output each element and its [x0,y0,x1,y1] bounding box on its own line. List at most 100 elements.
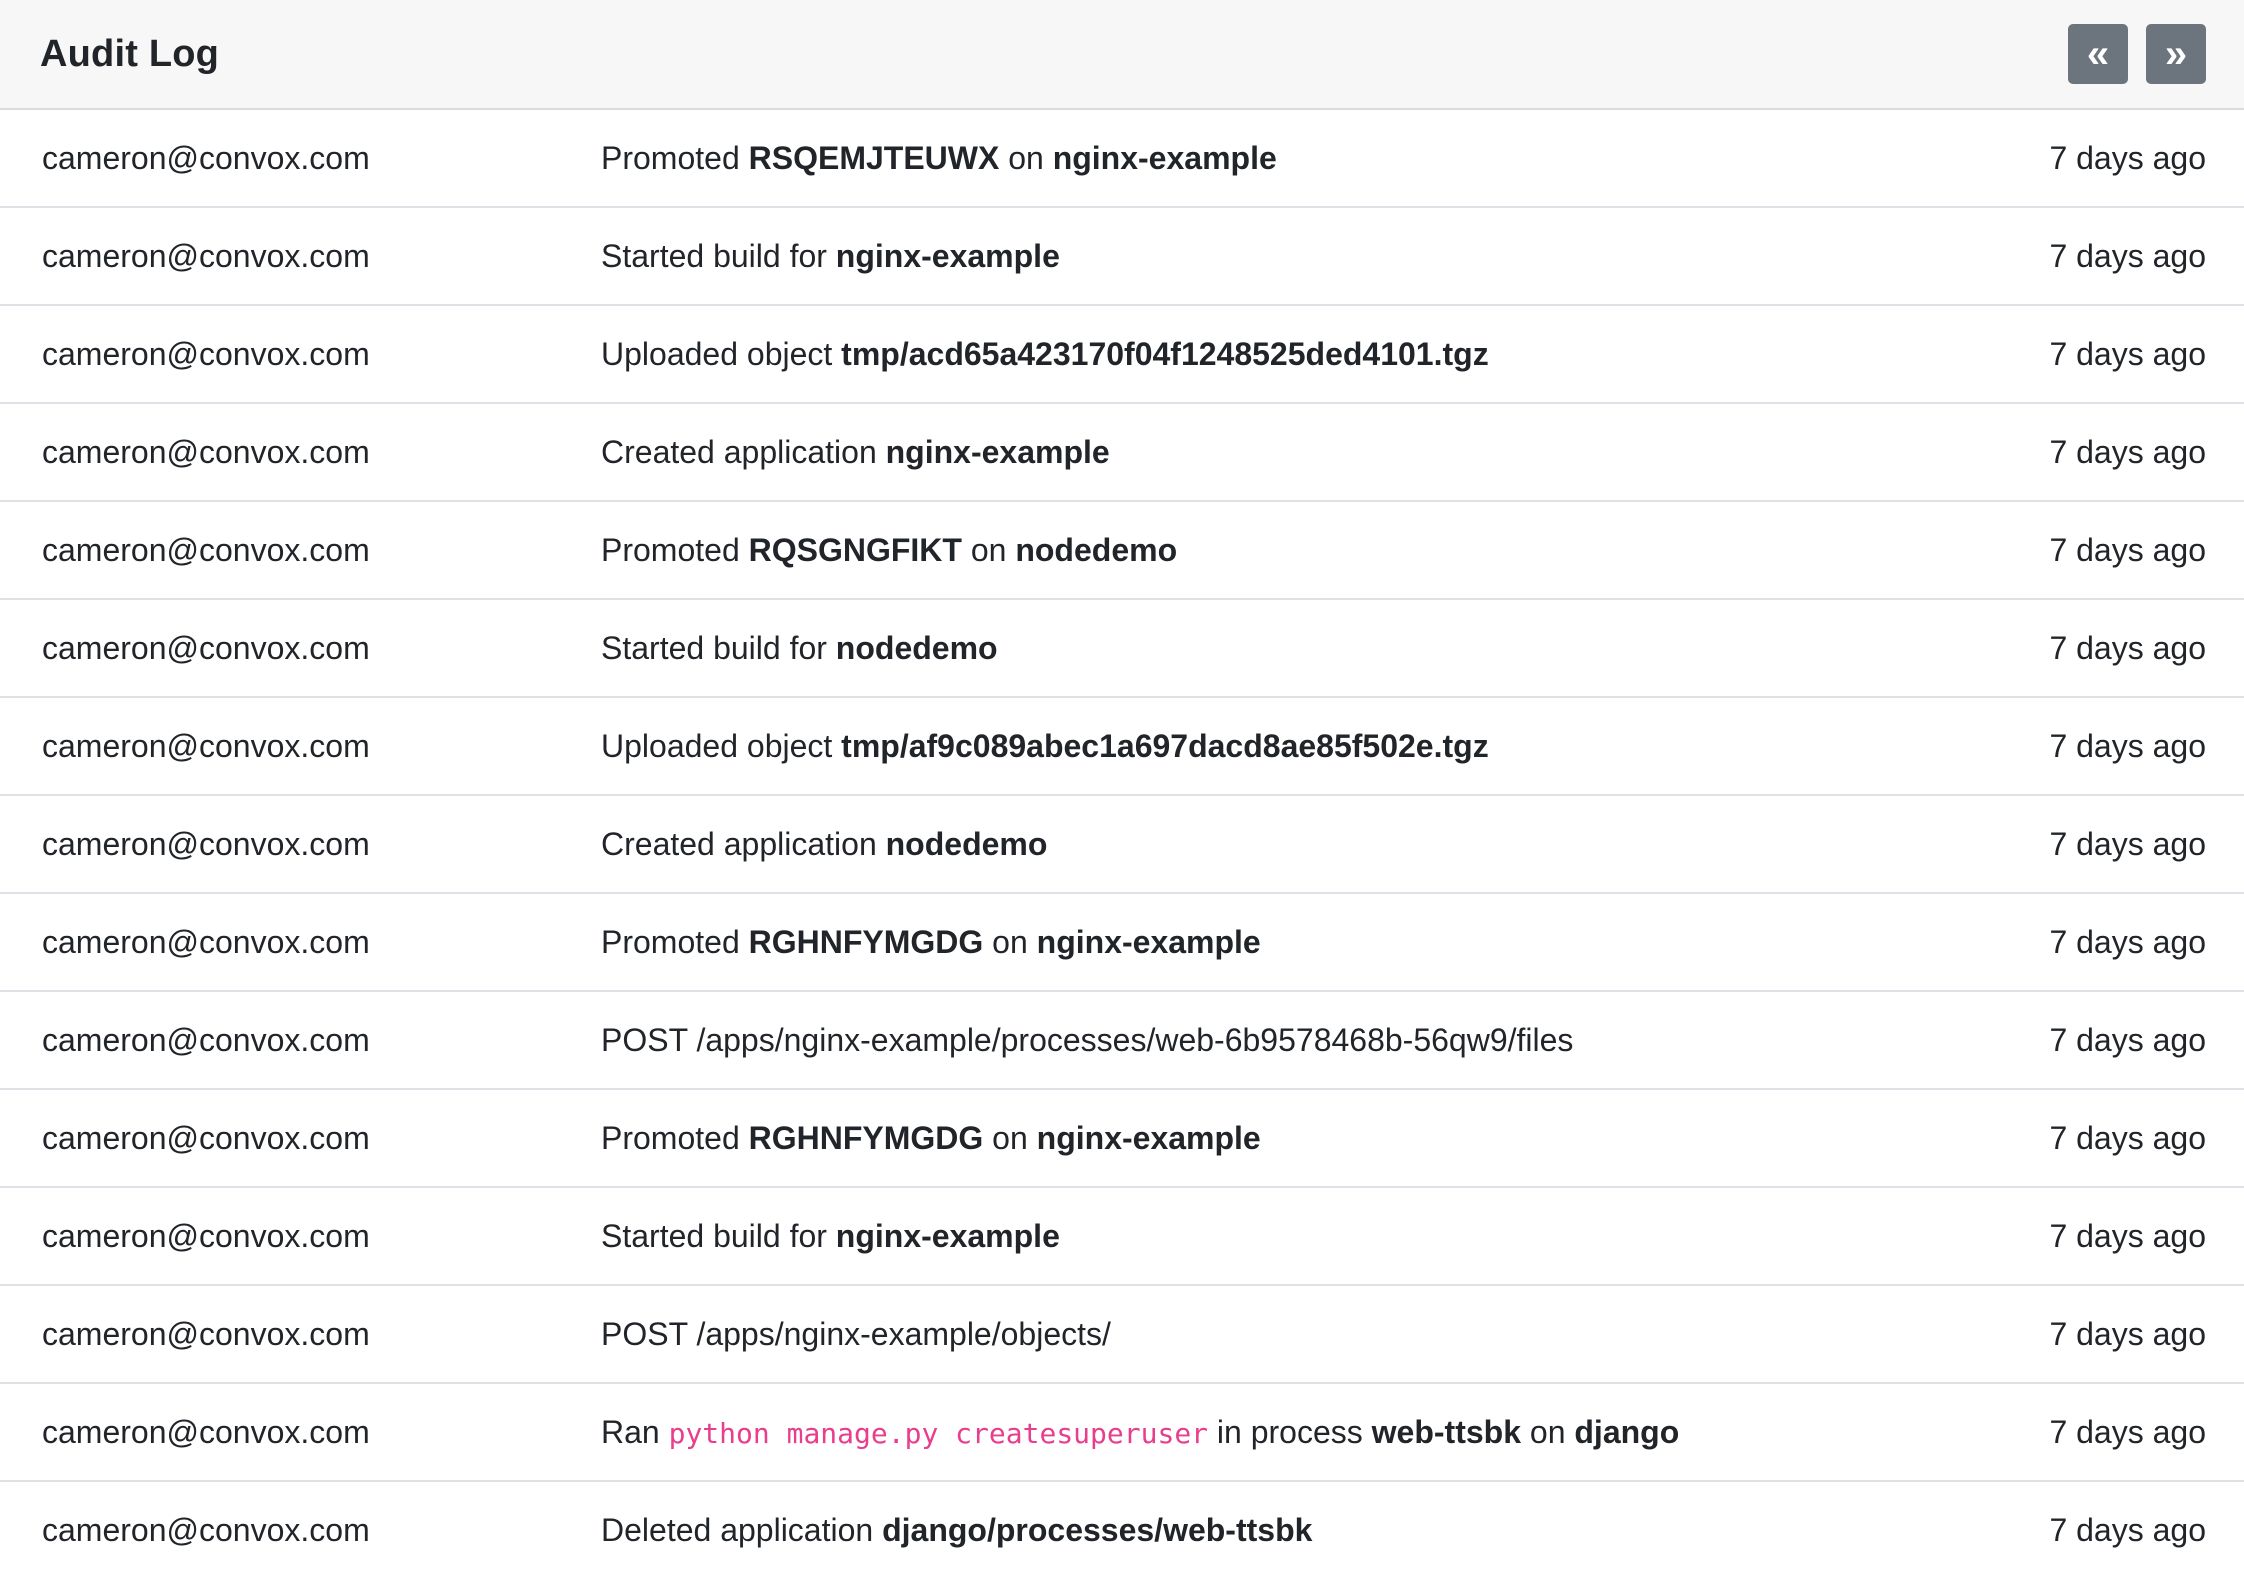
entry-message-text: POST /apps/nginx-example/objects/ [601,1315,1111,1352]
entry-message-text: Started build for [601,1217,836,1254]
entry-message-strong: nginx-example [835,1217,1060,1254]
entry-user: cameron@convox.com [42,923,370,960]
table-row: cameron@convox.com Promoted RGHNFYMGDG on… [0,1090,2244,1188]
entry-message-strong: RSQEMJTEUWX [748,139,1000,176]
entry-user: cameron@convox.com [42,1315,370,1352]
table-row: cameron@convox.com Started build for node… [0,600,2244,698]
entry-message-strong: nginx-example [885,433,1110,470]
entry-message-text: POST /apps/nginx-example/processes/web-6… [601,1021,1574,1058]
previous-page-button[interactable]: « [2068,24,2128,84]
entry-timestamp: 7 days ago [2049,1315,2206,1352]
entry-message: Promoted RSQEMJTEUWX on nginx-example [601,140,1884,177]
entry-timestamp: 7 days ago [2049,1021,2206,1058]
entry-timestamp: 7 days ago [2049,1119,2206,1156]
table-row: cameron@convox.com Created application ng… [0,404,2244,502]
entry-user: cameron@convox.com [42,1413,370,1450]
next-page-button[interactable]: » [2146,24,2206,84]
entry-message: Started build for nginx-example [601,1218,1884,1255]
entry-timestamp: 7 days ago [2049,237,2206,274]
entry-user: cameron@convox.com [42,1021,370,1058]
entry-message-strong: nginx-example [835,237,1060,274]
entry-message: POST /apps/nginx-example/objects/ [601,1316,1884,1353]
entry-message: Uploaded object tmp/acd65a423170f04f1248… [601,336,1884,373]
entry-timestamp: 7 days ago [2049,139,2206,176]
entry-message-text: Uploaded object [601,727,842,764]
table-row: cameron@convox.com Uploaded object tmp/af… [0,698,2244,796]
entry-message-text: Promoted [601,531,749,568]
entry-timestamp: 7 days ago [2049,1511,2206,1548]
entry-message-strong: nginx-example [1036,923,1261,960]
entry-timestamp: 7 days ago [2049,923,2206,960]
entry-message-text: Deleted application [601,1511,883,1548]
entry-message-strong: nodedemo [1015,531,1178,568]
table-row: cameron@convox.com Promoted RQSGNGFIKT on… [0,502,2244,600]
entry-message: Started build for nodedemo [601,630,1884,667]
entry-user: cameron@convox.com [42,727,370,764]
table-row: cameron@convox.com Started build for ngin… [0,208,2244,306]
entry-message: Promoted RGHNFYMGDG on nginx-example [601,924,1884,961]
entry-user: cameron@convox.com [42,1119,370,1156]
entry-message-strong: tmp/acd65a423170f04f1248525ded4101.tgz [841,335,1489,372]
entry-timestamp: 7 days ago [2049,727,2206,764]
entry-message-text: in process [1208,1413,1372,1450]
entry-message-text: Ran [601,1413,669,1450]
entry-message-strong: nodedemo [835,629,998,666]
pagination: « » [2068,24,2206,84]
entry-message-text: on [983,923,1037,960]
entry-message: Promoted RGHNFYMGDG on nginx-example [601,1120,1884,1157]
entry-user: cameron@convox.com [42,335,370,372]
entry-user: cameron@convox.com [42,825,370,862]
table-row: cameron@convox.com POST /apps/nginx-examp… [0,992,2244,1090]
entry-message: Uploaded object tmp/af9c089abec1a697dacd… [601,728,1884,765]
table-row: cameron@convox.com Ran python manage.py c… [0,1384,2244,1482]
entry-message-strong: django/processes/web-ttsbk [882,1511,1313,1548]
entry-message-text: Uploaded object [601,335,842,372]
entry-message: Created application nodedemo [601,826,1884,863]
audit-log-panel: Audit Log « » cameron@convox.com Promoted… [0,0,2244,1578]
entry-message: Started build for nginx-example [601,238,1884,275]
entry-message-strong: tmp/af9c089abec1a697dacd8ae85f502e.tgz [841,727,1489,764]
entry-user: cameron@convox.com [42,139,370,176]
entry-message-strong: RQSGNGFIKT [748,531,962,568]
audit-log-header: Audit Log « » [0,0,2244,110]
entry-timestamp: 7 days ago [2049,433,2206,470]
table-row: cameron@convox.com Created application no… [0,796,2244,894]
entry-timestamp: 7 days ago [2049,825,2206,862]
entry-message-text: on [1521,1413,1575,1450]
entry-timestamp: 7 days ago [2049,629,2206,666]
double-chevron-right-icon: » [2164,32,2188,76]
entry-message-strong: nodedemo [885,825,1048,862]
entry-timestamp: 7 days ago [2049,1413,2206,1450]
entry-message-text: Started build for [601,237,836,274]
entry-message-strong: RGHNFYMGDG [748,923,984,960]
entry-message-strong: nginx-example [1036,1119,1261,1156]
entry-user: cameron@convox.com [42,531,370,568]
entry-timestamp: 7 days ago [2049,335,2206,372]
entry-timestamp: 7 days ago [2049,1217,2206,1254]
table-row: cameron@convox.com Uploaded object tmp/ac… [0,306,2244,404]
entry-user: cameron@convox.com [42,1511,370,1548]
audit-log-list: cameron@convox.com Promoted RSQEMJTEUWX o… [0,110,2244,1578]
page-title: Audit Log [40,32,220,75]
table-row: cameron@convox.com Promoted RSQEMJTEUWX o… [0,110,2244,208]
table-row: cameron@convox.com Promoted RGHNFYMGDG on… [0,894,2244,992]
table-row: cameron@convox.com Started build for ngin… [0,1188,2244,1286]
entry-timestamp: 7 days ago [2049,531,2206,568]
entry-message: POST /apps/nginx-example/processes/web-6… [601,1022,1884,1059]
entry-message-text: on [961,531,1016,568]
entry-message-code: python manage.py createsuperuser [668,1416,1209,1450]
entry-message-text: Promoted [601,1119,749,1156]
entry-message-strong: web-ttsbk [1371,1413,1521,1450]
table-row: cameron@convox.com POST /apps/nginx-examp… [0,1286,2244,1384]
entry-message-strong: RGHNFYMGDG [748,1119,984,1156]
double-chevron-left-icon: « [2086,32,2110,76]
entry-message-text: on [999,139,1053,176]
entry-message: Promoted RQSGNGFIKT on nodedemo [601,532,1884,569]
entry-message: Deleted application django/processes/web… [601,1512,1884,1549]
entry-message-strong: nginx-example [1052,139,1277,176]
table-row: cameron@convox.com Deleted application dj… [0,1482,2244,1578]
entry-message-text: Created application [601,825,886,862]
entry-message-text: Promoted [601,923,749,960]
entry-message-strong: django [1574,1413,1680,1450]
entry-message-text: Created application [601,433,886,470]
